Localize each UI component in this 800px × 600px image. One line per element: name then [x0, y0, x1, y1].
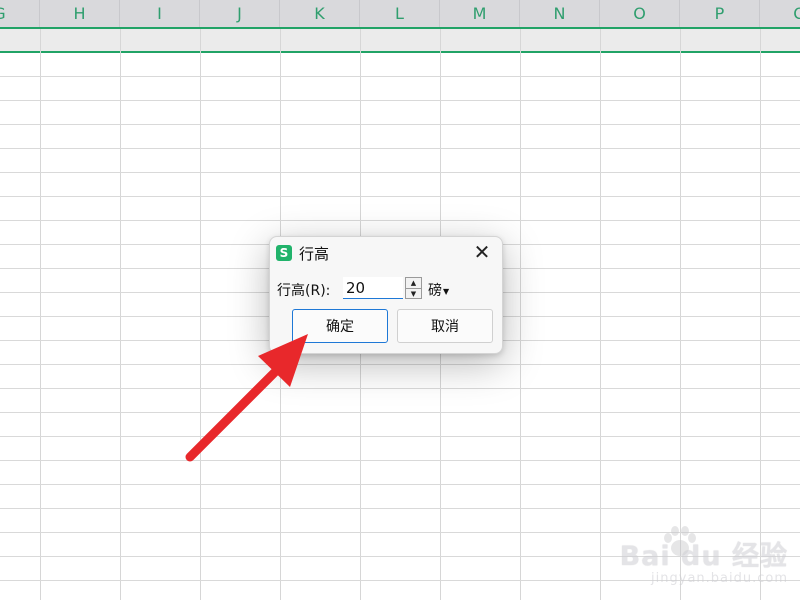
- column-header-p[interactable]: P: [680, 0, 760, 27]
- grid-vline: [200, 29, 201, 600]
- spin-down-icon[interactable]: ▼: [406, 289, 421, 299]
- column-header-bar: GHIJKLMNOPQ: [0, 0, 800, 29]
- caret-down-icon: ▼: [443, 286, 450, 296]
- watermark-url: jingyan.baidu.com: [651, 571, 788, 586]
- dialog-title-bar[interactable]: S 行高 ✕: [270, 237, 502, 269]
- baidu-watermark: Bai du 经验 jingyan.baidu.com: [620, 534, 788, 586]
- grid-vline: [40, 29, 41, 600]
- spin-up-icon[interactable]: ▲: [406, 278, 421, 289]
- row-height-dialog: S 行高 ✕ 行高(R): ▲ ▼ 磅▼ 确定 取消: [269, 236, 503, 354]
- grid-hline: [0, 124, 800, 125]
- grid-hline: [0, 100, 800, 101]
- column-header-o[interactable]: O: [600, 0, 680, 27]
- row-height-spinner[interactable]: ▲ ▼: [405, 277, 422, 299]
- column-header-h[interactable]: H: [40, 0, 120, 27]
- grid-hline: [0, 220, 800, 221]
- grid-vline: [520, 29, 521, 600]
- dialog-title: 行高: [299, 245, 330, 263]
- unit-dropdown[interactable]: 磅▼: [428, 280, 449, 300]
- grid-hline: [0, 508, 800, 509]
- grid-hline: [0, 76, 800, 77]
- grid-vline: [680, 29, 681, 600]
- grid-vline: [120, 29, 121, 600]
- grid-vline: [600, 29, 601, 600]
- grid-vline: [760, 29, 761, 600]
- wps-spreadsheet-icon: S: [276, 245, 292, 261]
- row-height-input[interactable]: [343, 277, 403, 299]
- column-header-n[interactable]: N: [520, 0, 600, 27]
- close-icon[interactable]: ✕: [472, 241, 492, 263]
- ok-button[interactable]: 确定: [292, 309, 388, 343]
- grid-hline: [0, 460, 800, 461]
- watermark-text: Bai du 经验: [619, 541, 788, 572]
- row-height-label: 行高(R):: [277, 283, 331, 299]
- grid-hline: [0, 172, 800, 173]
- grid-hline: [0, 412, 800, 413]
- grid-hline: [0, 148, 800, 149]
- cancel-button[interactable]: 取消: [397, 309, 493, 343]
- column-header-i[interactable]: I: [120, 0, 200, 27]
- column-header-k[interactable]: K: [280, 0, 360, 27]
- column-header-m[interactable]: M: [440, 0, 520, 27]
- column-header-q[interactable]: Q: [760, 0, 800, 27]
- column-header-j[interactable]: J: [200, 0, 280, 27]
- column-header-g[interactable]: G: [0, 0, 40, 27]
- column-header-l[interactable]: L: [360, 0, 440, 27]
- grid-hline: [0, 484, 800, 485]
- grid-hline: [0, 388, 800, 389]
- unit-label: 磅: [428, 283, 442, 299]
- grid-hline: [0, 364, 800, 365]
- grid-hline: [0, 196, 800, 197]
- grid-hline: [0, 436, 800, 437]
